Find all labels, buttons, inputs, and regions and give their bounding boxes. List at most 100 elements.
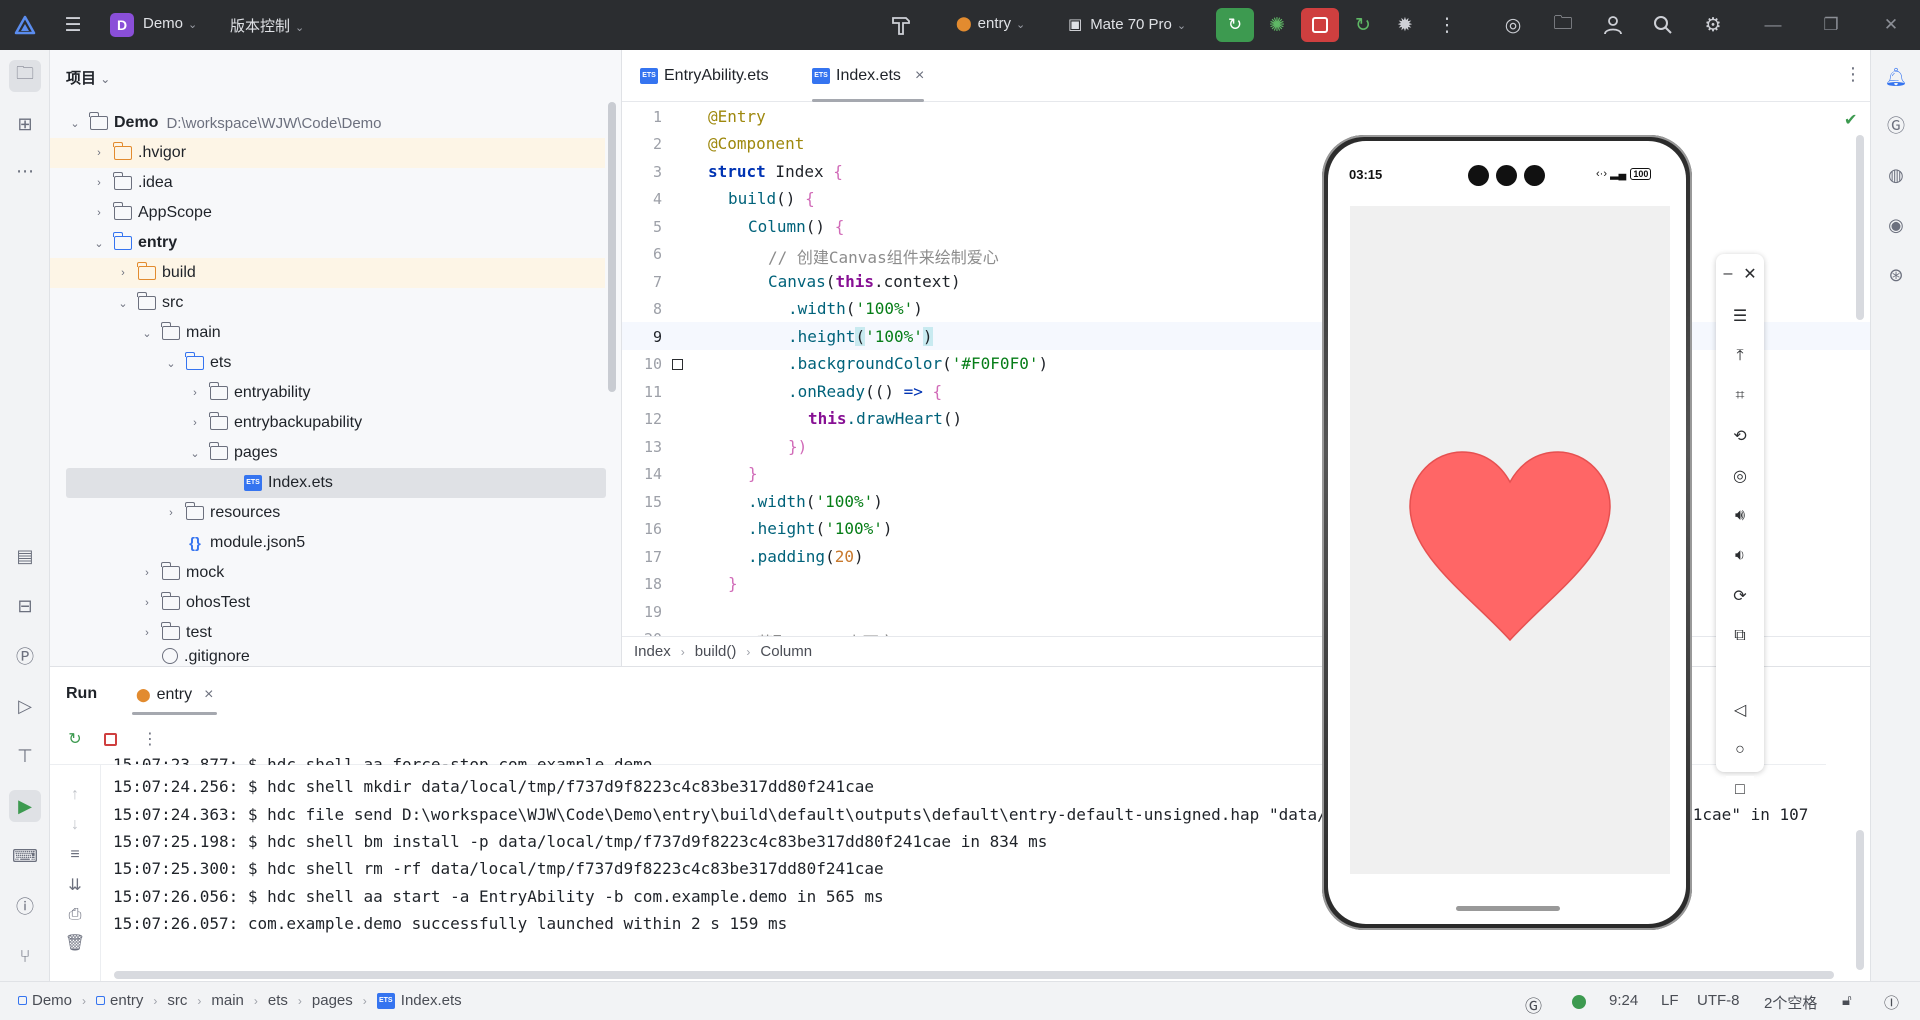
code-line[interactable]: .padding(20)	[748, 547, 864, 566]
close-emulator-icon[interactable]: ✕	[1740, 260, 1760, 288]
notes-icon[interactable]: ▤	[9, 540, 41, 572]
target-icon[interactable]: ◎	[1500, 12, 1526, 38]
tree-item-src[interactable]: ⌄ src	[50, 288, 605, 318]
tabs-more-icon[interactable]: ⋮	[1844, 64, 1862, 85]
stop-button[interactable]	[1301, 8, 1339, 42]
home-indicator[interactable]	[1456, 906, 1560, 911]
code-line[interactable]: }	[748, 464, 758, 483]
code-line[interactable]: // 获取Canvas上下文	[728, 629, 895, 636]
breadcrumb-item[interactable]: Column	[760, 643, 812, 660]
status-crumb[interactable]: entry	[110, 992, 143, 1009]
account-icon[interactable]	[1600, 12, 1626, 38]
code-line[interactable]: @Component	[708, 134, 804, 153]
folder-device-icon[interactable]: 🗀	[1550, 12, 1576, 38]
vcs-menu[interactable]: 版本控制 ⌄	[230, 15, 304, 36]
rerun-icon[interactable]: ↻	[63, 727, 87, 751]
tree-item-index-ets[interactable]: ETS Index.ets	[66, 468, 606, 498]
tree-item-demo[interactable]: ⌄ Demo D:\workspace\WJW\Code\Demo	[50, 108, 605, 138]
attach-debugger-icon[interactable]: ✹	[1392, 12, 1418, 38]
apply-changes-icon[interactable]: ↻	[1350, 12, 1376, 38]
code-line[interactable]: // 创建Canvas组件来绘制爱心	[768, 244, 999, 268]
code-line[interactable]: })	[788, 437, 807, 456]
line-ending[interactable]: LF	[1661, 992, 1679, 1009]
device-selector[interactable]: ▣ Mate 70 Pro ⌄	[1068, 15, 1186, 33]
close-tab-icon[interactable]: ×	[204, 686, 213, 704]
search-icon[interactable]	[1650, 12, 1676, 38]
run-tool-icon[interactable]: ▶	[9, 790, 41, 822]
code-line[interactable]: build() {	[728, 189, 815, 208]
code-line[interactable]: .width('100%')	[748, 492, 883, 511]
project-panel-header[interactable]: 项目 ⌄	[66, 67, 110, 88]
code-line[interactable]: @Entry	[708, 107, 766, 126]
tree-item-appscope[interactable]: › AppScope	[50, 198, 605, 228]
notifications-bell-icon[interactable]: 🔔︎	[1881, 62, 1911, 92]
more-vertical-icon[interactable]: ⋮	[1434, 12, 1460, 38]
hammer-build-icon[interactable]	[888, 12, 914, 38]
app-canvas[interactable]	[1350, 206, 1670, 874]
project-badge[interactable]: D	[110, 13, 134, 37]
device-manager-icon[interactable]: ⊛	[1881, 260, 1911, 290]
status-ok-dot[interactable]	[1572, 995, 1586, 1009]
debug-icon[interactable]: ✺	[1264, 12, 1290, 38]
codegenie-g-icon[interactable]: Ⓖ	[1881, 110, 1911, 140]
minimize-window-icon[interactable]: —	[1760, 12, 1786, 38]
editor-scrollbar[interactable]	[1856, 135, 1864, 320]
code-line[interactable]: struct Index {	[708, 162, 843, 181]
fold-icon[interactable]: ⟳	[1726, 582, 1754, 610]
terminal-icon[interactable]: ⌨	[9, 840, 41, 872]
tree-item-main[interactable]: ⌄ main	[50, 318, 605, 348]
rerun-button[interactable]: ↻	[1216, 8, 1254, 42]
code-line[interactable]: Canvas(this.context)	[768, 272, 961, 291]
inspection-ok-check-icon[interactable]: ✔	[1844, 110, 1857, 130]
tab-index-ets[interactable]: ETS Index.ets ×	[812, 50, 925, 102]
tree-item-entry[interactable]: ⌄ entry	[50, 228, 605, 258]
codegenie-g-icon[interactable]: Ⓖ	[1525, 992, 1542, 1017]
log-horizontal-scrollbar[interactable]	[114, 971, 1834, 979]
volume-down-icon[interactable]: 🔉︎	[1726, 542, 1754, 570]
color-swatch-icon[interactable]	[672, 359, 683, 370]
code-line[interactable]: .width('100%')	[788, 299, 923, 318]
pin-top-icon[interactable]: ⤒	[1726, 342, 1754, 370]
tree-item-test[interactable]: › test	[50, 618, 605, 648]
code-line[interactable]: Column() {	[748, 217, 844, 236]
tree-item-gitignore[interactable]: .gitignore	[50, 648, 605, 666]
emulator-screen[interactable]: 03:15 ‹·› ▂▄ 100	[1328, 141, 1686, 924]
eye-preview-icon[interactable]: ◉	[1881, 210, 1911, 240]
tree-item-idea[interactable]: › .idea	[50, 168, 605, 198]
log-vertical-scrollbar[interactable]	[1856, 830, 1864, 970]
tree-item-pages[interactable]: ⌄ pages	[50, 438, 605, 468]
run-config-selector[interactable]: ⬤ entry ⌄	[956, 15, 1025, 32]
volume-up-icon[interactable]: 🔊︎	[1726, 502, 1754, 530]
profiler-p-icon[interactable]: Ⓟ	[9, 640, 41, 672]
tab-entryability[interactable]: ETS EntryAbility.ets	[640, 50, 769, 102]
indent-setting[interactable]: 2个空格	[1764, 992, 1817, 1013]
tree-item-mock[interactable]: › mock	[50, 558, 605, 588]
back-triangle-icon[interactable]: ◁	[1726, 696, 1754, 724]
minimize-emulator-icon[interactable]: –	[1718, 260, 1738, 288]
project-switcher[interactable]: Demo ⌄	[143, 15, 197, 32]
read-only-lock-icon[interactable]: 🔓︎	[1842, 992, 1852, 1009]
code-line[interactable]: this.drawHeart()	[808, 409, 962, 428]
more-horizontal-icon[interactable]: ⋯	[9, 155, 41, 187]
problems-icon[interactable]: ⓘ	[9, 890, 41, 922]
breadcrumb-item[interactable]: Index	[634, 643, 671, 660]
file-encoding[interactable]: UTF-8	[1697, 992, 1740, 1009]
menu-icon[interactable]: ☰	[1726, 302, 1754, 330]
structure-icon[interactable]: ⊞	[9, 108, 41, 140]
previewer-icon[interactable]: ◍	[1881, 160, 1911, 190]
run-tab-entry[interactable]: ⬤ entry ×	[132, 677, 218, 715]
code-line[interactable]: }	[728, 574, 738, 593]
close-tab-icon[interactable]: ×	[915, 67, 924, 85]
print-icon[interactable]: ⎙	[63, 903, 87, 927]
code-line[interactable]: .height('100%')	[748, 519, 893, 538]
tree-item-entrybackupability[interactable]: › entrybackupability	[50, 408, 605, 438]
memory-indicator-icon[interactable]: Ⓘ	[1884, 992, 1899, 1013]
status-crumb[interactable]: src	[167, 992, 187, 1009]
code-line[interactable]: .onReady(() => {	[788, 382, 942, 401]
home-circle-icon[interactable]: ○	[1726, 736, 1754, 764]
tree-item-build[interactable]: › build	[50, 258, 605, 288]
stop-icon[interactable]	[98, 727, 122, 751]
restore-window-icon[interactable]: ❐	[1818, 12, 1844, 38]
tree-item-resources[interactable]: › resources	[50, 498, 605, 528]
settings-gear-icon[interactable]: ⚙	[1700, 12, 1726, 38]
